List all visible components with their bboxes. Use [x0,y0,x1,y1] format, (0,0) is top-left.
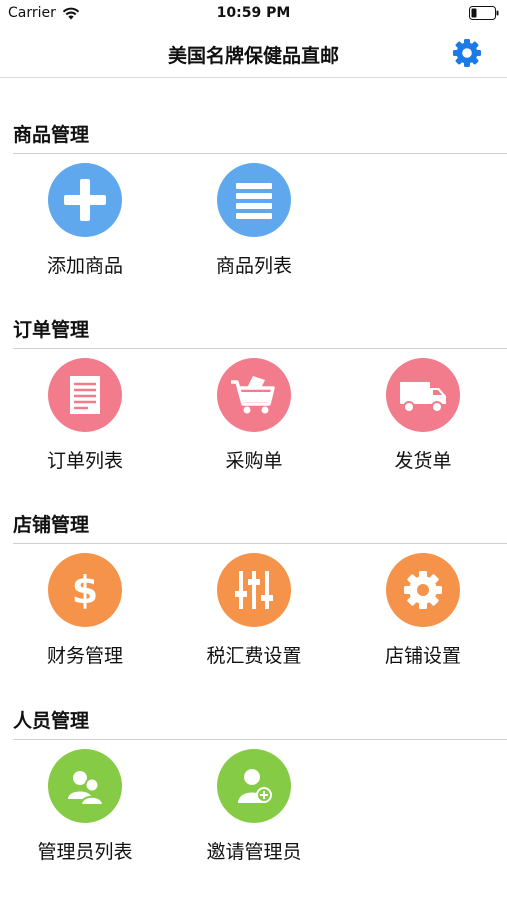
finance-icon-circle: $ [48,553,122,627]
store-settings-icon-circle [386,553,460,627]
shopping-cart-icon [231,376,275,414]
section-divider [13,348,507,349]
section-product-management: 商品管理 添加商品 商品列表 [0,120,507,300]
section-title: 店铺管理 [13,514,90,536]
tax-exchange-settings-button[interactable]: 税汇费设置 [169,553,339,683]
admin-list-label: 管理员列表 [37,841,133,863]
add-user-icon [238,769,272,803]
navigation-bar: 美国名牌保健品直邮 [0,28,507,78]
battery-icon [469,6,499,20]
order-list-icon-circle [48,358,122,432]
status-bar: Carrier 10:59 PM [0,0,507,28]
plus-icon [64,179,106,221]
section-store-management: 店铺管理 $ 财务管理 税汇费设置 店铺设置 [0,510,507,690]
add-product-label: 添加商品 [46,255,123,277]
finance-management-label: 财务管理 [46,645,123,667]
list-icon [236,183,272,219]
invite-admin-label: 邀请管理员 [206,841,302,863]
invite-admin-button[interactable]: 邀请管理员 [169,749,339,879]
shipping-order-icon-circle [386,358,460,432]
truck-icon [400,382,446,413]
dollar-icon: $ [72,568,98,612]
settings-button[interactable] [451,37,483,69]
store-settings-button[interactable]: 店铺设置 [338,553,507,683]
section-staff-management: 人员管理 管理员列表 邀请管理员 [0,706,507,886]
shipping-order-button[interactable]: 发货单 [338,358,507,488]
section-divider [13,739,507,740]
gear-icon [453,39,481,67]
product-list-label: 商品列表 [215,255,292,277]
page-title: 美国名牌保健品直邮 [167,45,339,67]
section-title: 订单管理 [13,319,90,341]
gear-icon [404,571,442,609]
purchase-order-icon-circle [217,358,291,432]
tax-settings-icon-circle [217,553,291,627]
users-icon [68,771,105,806]
finance-management-button[interactable]: $ 财务管理 [0,553,170,683]
section-order-management: 订单管理 订单列表 采购单 发货单 [0,315,507,495]
order-list-label: 订单列表 [46,450,123,472]
store-settings-label: 店铺设置 [384,645,461,667]
shipping-order-label: 发货单 [394,450,452,472]
section-title: 人员管理 [13,710,90,732]
product-list-button[interactable]: 商品列表 [169,163,339,293]
product-list-icon-circle [217,163,291,237]
svg-text:$: $ [72,568,98,612]
purchase-order-label: 采购单 [225,450,283,472]
purchase-order-button[interactable]: 采购单 [169,358,339,488]
add-product-button[interactable]: 添加商品 [0,163,170,293]
section-divider [13,153,507,154]
section-divider [13,543,507,544]
sliders-icon [235,571,273,609]
status-time: 10:59 PM [216,5,291,21]
order-list-button[interactable]: 订单列表 [0,358,170,488]
section-title: 商品管理 [13,124,90,146]
admin-list-button[interactable]: 管理员列表 [0,749,170,879]
document-icon [70,376,100,414]
invite-admin-icon-circle [217,749,291,823]
add-product-icon-circle [48,163,122,237]
tax-exchange-settings-label: 税汇费设置 [206,645,302,667]
admin-list-icon-circle [48,749,122,823]
